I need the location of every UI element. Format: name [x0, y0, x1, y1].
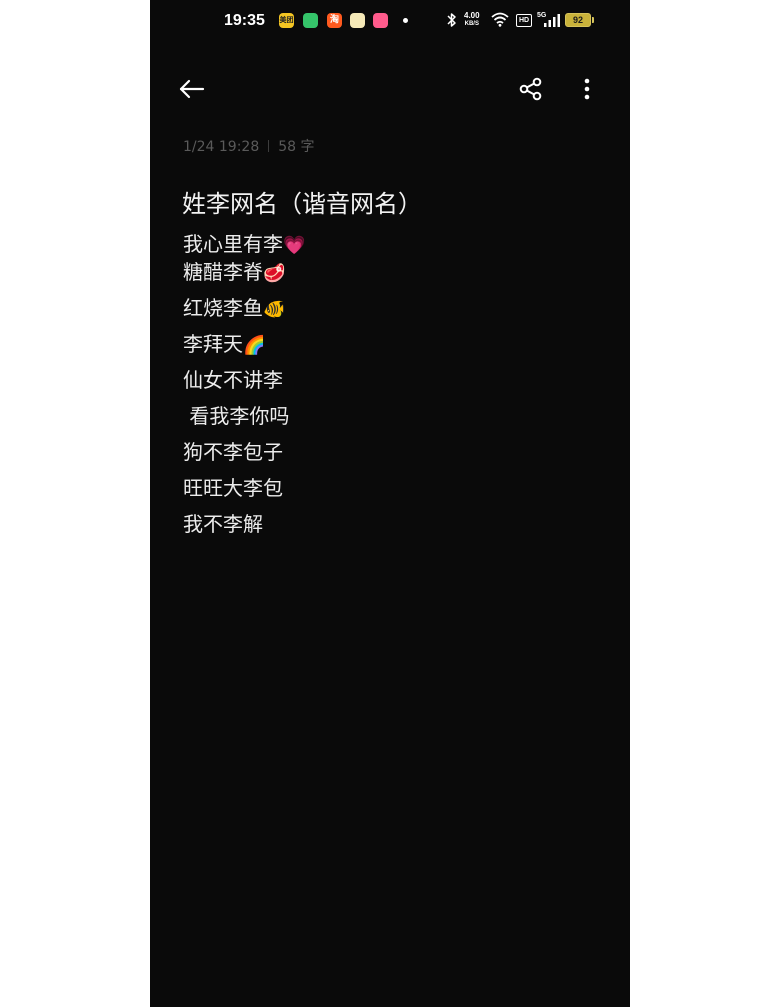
arrow-left-icon — [179, 79, 205, 99]
signal-strength-icon — [544, 14, 560, 27]
status-bar: 19:35 美团 淘 4.00 KB/S HD 5G 92 — [150, 0, 630, 44]
notes-app-icon — [350, 13, 365, 28]
note-line[interactable]: 我不李解 — [183, 508, 263, 537]
more-notifications-dot — [403, 18, 408, 23]
meat-emoji-icon: 🥩 — [263, 263, 286, 284]
back-button[interactable] — [176, 74, 208, 104]
note-line-text: 旺旺大李包 — [183, 476, 283, 500]
share-icon — [519, 77, 542, 101]
note-meta: 1/24 19:28 58 字 — [183, 136, 315, 156]
heart-emoji-icon: 💗 — [283, 235, 306, 256]
status-clock: 19:35 — [224, 12, 265, 29]
note-title[interactable]: 姓李网名（谐音网名） — [182, 184, 422, 219]
note-line[interactable]: 旺旺大李包 — [183, 472, 283, 501]
wechat-mini-icon — [303, 13, 318, 28]
taobao-icon: 淘 — [327, 13, 342, 28]
note-date: 1/24 19:28 — [183, 139, 260, 155]
note-line-text: 狗不李包子 — [183, 440, 283, 464]
note-line[interactable]: 李拜天🌈 — [183, 328, 265, 357]
battery-tip — [592, 17, 594, 23]
hd-voice-badge: HD — [516, 14, 532, 27]
note-line-text: 看我李你吗 — [183, 404, 290, 428]
network-speed-value: 4.00 — [464, 11, 480, 20]
note-line-text: 仙女不讲李 — [183, 368, 283, 392]
meta-divider — [268, 140, 270, 152]
note-line[interactable]: 狗不李包子 — [183, 436, 283, 465]
pink-app-icon — [373, 13, 388, 28]
note-line-text: 李拜天 — [183, 332, 243, 356]
network-speed: 4.00 KB/S — [464, 11, 480, 29]
note-line[interactable]: 糖醋李脊🥩 — [183, 256, 285, 285]
note-line-text: 我心里有李 — [183, 232, 283, 256]
note-line[interactable]: 红烧李鱼🐠 — [183, 292, 285, 321]
share-button[interactable] — [516, 74, 546, 104]
more-options-button[interactable] — [574, 74, 600, 104]
fish-emoji-icon: 🐠 — [263, 299, 286, 320]
meituan-icon: 美团 — [279, 13, 294, 28]
note-line-text: 糖醋李脊 — [183, 260, 263, 284]
wifi-icon — [491, 12, 509, 27]
more-vertical-icon — [584, 78, 590, 100]
rainbow-emoji-icon: 🌈 — [243, 335, 266, 356]
note-line-text: 我不李解 — [183, 512, 263, 536]
note-word-count: 58 字 — [278, 139, 315, 155]
phone-screen: 19:35 美团 淘 4.00 KB/S HD 5G 92 1/24 19:28… — [150, 0, 630, 1007]
note-line-text: 红烧李鱼 — [183, 296, 263, 320]
network-speed-unit: KB/S — [464, 21, 479, 27]
note-line[interactable]: 仙女不讲李 — [183, 364, 283, 393]
battery-level: 92 — [572, 15, 583, 25]
bluetooth-icon — [447, 13, 456, 27]
note-line[interactable]: 看我李你吗 — [183, 400, 289, 429]
note-line[interactable]: 我心里有李💗 — [183, 228, 305, 257]
